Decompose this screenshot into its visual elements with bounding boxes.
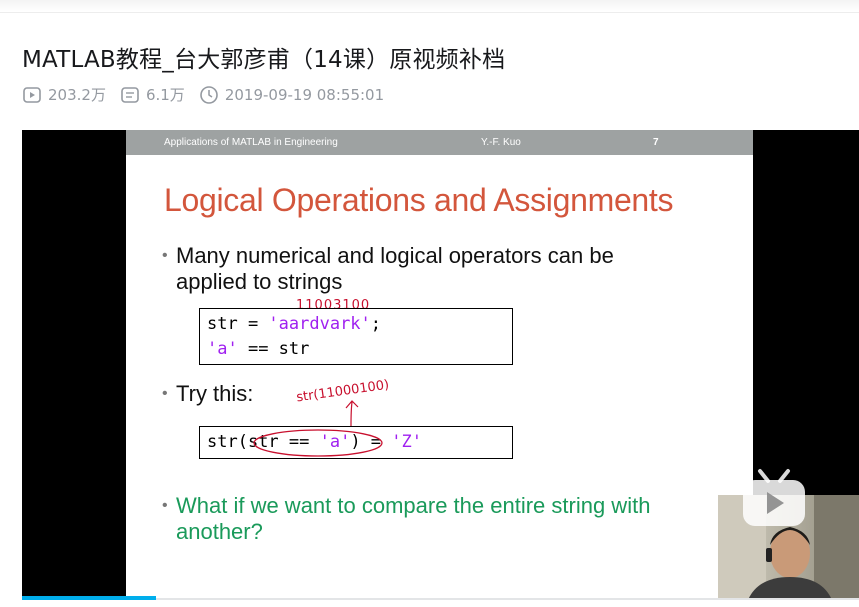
bullet-dot: • [162,385,168,402]
publish-time-text: 2019-09-19 08:55:01 [224,85,385,104]
views-stat: 203.2万 [22,84,106,105]
bullet-compare-line1: What if we want to compare the entire st… [176,493,651,518]
danmaku-icon [121,86,139,103]
top-bar [0,0,859,13]
publish-time: 2019-09-19 08:55:01 [199,85,384,105]
bullet-try-this-text: Try this: [176,381,254,406]
danmaku-stat: 6.1万 [120,84,185,105]
slide-header-course: Applications of MATLAB in Engineering [164,137,338,148]
video-title: MATLAB教程_台大郭彦甫（14课）原视频补档 [22,47,506,73]
slide-header-author: Y.-F. Kuo [481,137,521,148]
code-line-2: 'a' == str [207,339,310,359]
bullet-dot: • [162,497,168,514]
play-count-icon [23,86,41,103]
bullet-dot: • [162,247,168,264]
progress-track[interactable] [156,598,859,600]
bullet-operators-line1: Many numerical and logical operators can… [176,243,614,268]
slide-header: Applications of MATLAB in Engineering Y.… [126,130,753,155]
video-player[interactable]: Applications of MATLAB in Engineering Y.… [22,130,859,600]
slide-page-number: 7 [653,137,659,148]
handwritten-arrow [345,400,359,427]
handwritten-circle [253,429,383,457]
code-block-aardvark: str = 'aardvark'; 'a' == str [199,308,513,365]
progress-bar-played[interactable] [22,596,156,600]
bullet-compare: • What if we want to compare the entire … [162,493,651,545]
bilibili-logo-icon[interactable] [740,465,808,529]
views-count: 203.2万 [48,86,106,104]
bullet-operators-line2: applied to strings [176,269,343,294]
bullet-try-this: • Try this: [162,381,254,407]
danmaku-count: 6.1万 [145,86,185,104]
bullet-operators: • Many numerical and logical operators c… [162,243,614,295]
clock-icon [200,85,218,104]
code-line-1: str = 'aardvark'; [207,314,382,334]
bullet-compare-line2: another? [176,519,263,544]
slide-title: Logical Operations and Assignments [164,182,674,218]
lecture-slide: Applications of MATLAB in Engineering Y.… [126,130,753,600]
video-meta: 203.2万 6.1万 2019-09-19 08:55:01 [22,84,398,105]
